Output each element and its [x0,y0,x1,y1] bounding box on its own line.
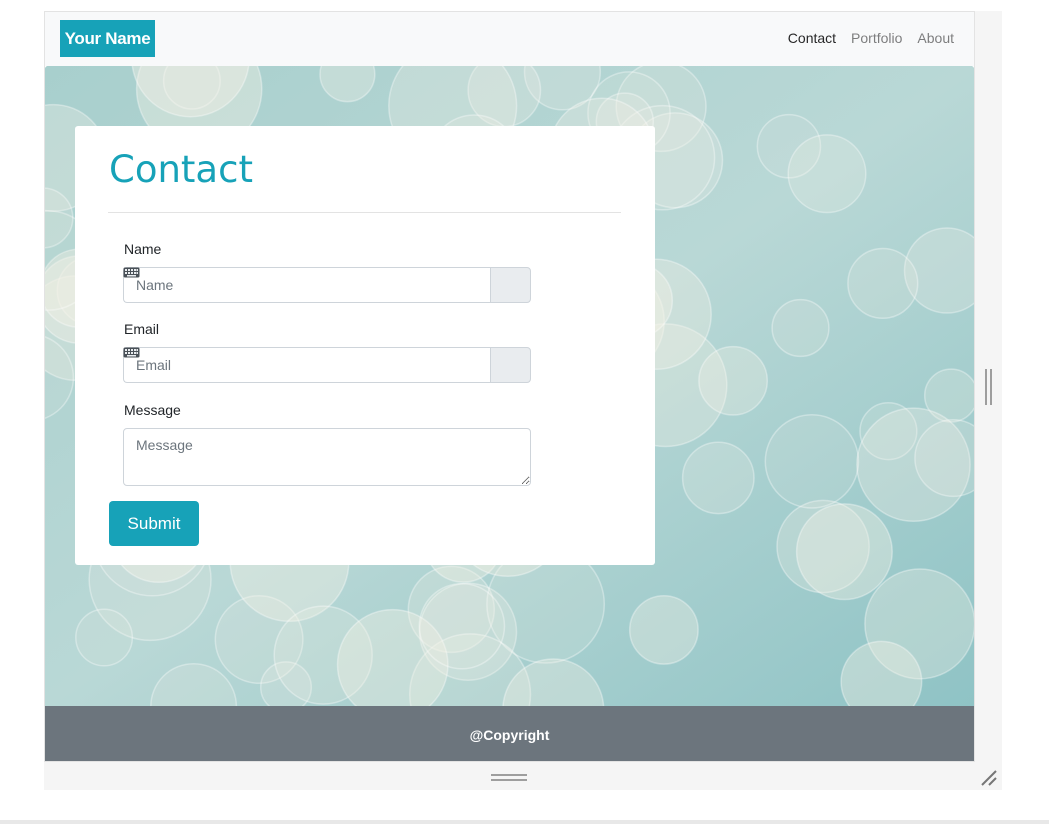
keyboard-icon [123,267,140,278]
title-divider [108,212,621,213]
submit-button[interactable]: Submit [109,501,199,546]
nav-link-portfolio[interactable]: Portfolio [851,30,902,46]
name-input[interactable] [123,267,490,303]
message-textarea[interactable] [123,428,531,486]
nav-link-contact[interactable]: Contact [788,30,836,46]
message-label: Message [124,402,181,418]
horizontal-resize-handle[interactable] [491,774,527,782]
hero-background: Contact Name Name Email Email Message Me… [45,66,974,706]
keyboard-icon [123,347,140,358]
footer: @Copyright [45,706,974,761]
copyright-text: @Copyright [469,726,550,743]
contact-card: Contact Name Name Email Email Message Me… [75,126,655,565]
email-input[interactable] [123,347,490,383]
email-label: Email [124,321,160,337]
vertical-resize-handle[interactable] [984,369,992,405]
email-addon [123,347,531,383]
email-input-group [123,347,531,383]
website: Your Name Contact Portfolio About Contac… [44,11,975,762]
name-input-group [123,267,531,303]
nav-links: Contact Portfolio About [788,30,954,46]
corner-resize-icon[interactable] [978,767,998,787]
page-title: Contact [109,148,253,191]
bottom-scroll-strip [0,820,1049,824]
name-label: Name [124,241,162,257]
preview-frame: Your Name Contact Portfolio About Contac… [44,11,1002,790]
name-addon [123,267,531,303]
brand-logo[interactable]: Your Name [60,20,155,57]
navbar: Your Name Contact Portfolio About [45,12,974,66]
nav-link-about[interactable]: About [917,30,954,46]
